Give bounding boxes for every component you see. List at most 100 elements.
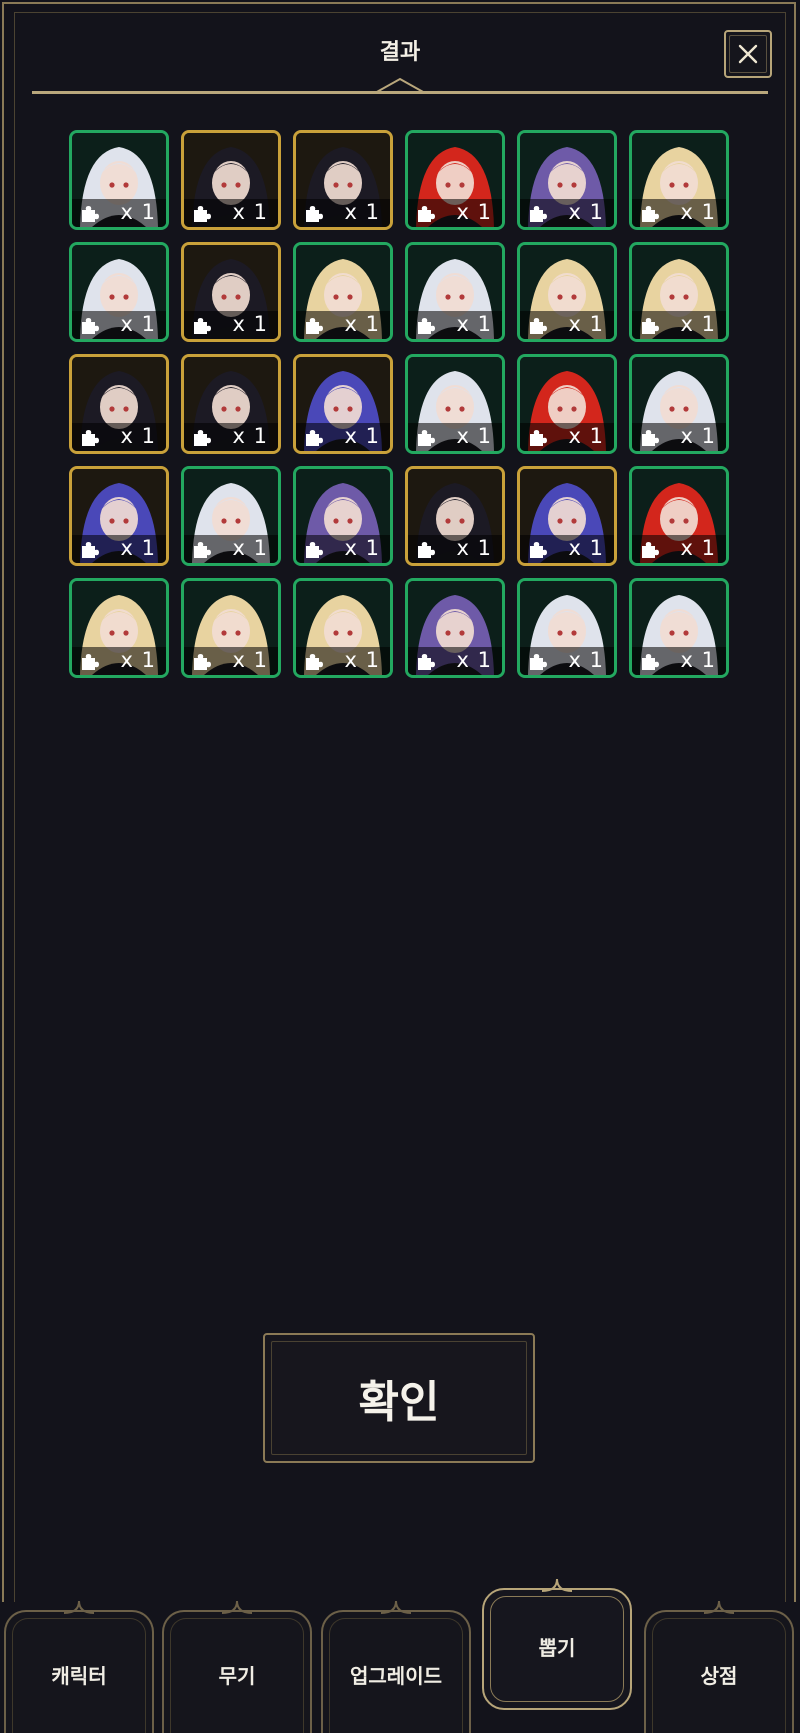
quantity-label: x 1 (456, 424, 492, 448)
result-card[interactable]: x 1 (69, 578, 169, 678)
quantity-label: x 1 (232, 536, 268, 560)
quantity-label: x 1 (120, 312, 156, 336)
result-card[interactable]: x 1 (629, 466, 729, 566)
puzzle-piece-icon (194, 654, 211, 670)
quantity-label: x 1 (568, 648, 604, 672)
puzzle-piece-icon (82, 542, 99, 558)
puzzle-piece-icon (306, 430, 323, 446)
result-card[interactable]: x 1 (293, 242, 393, 342)
result-card[interactable]: x 1 (629, 354, 729, 454)
puzzle-piece-icon (418, 318, 435, 334)
quantity-label: x 1 (120, 200, 156, 224)
quantity-label: x 1 (120, 648, 156, 672)
quantity-label: x 1 (456, 200, 492, 224)
puzzle-piece-icon (530, 318, 547, 334)
confirm-button-label: 확인 (358, 1377, 440, 1428)
close-icon (738, 44, 758, 64)
tab-ornament-icon (542, 1578, 572, 1592)
quantity-label: x 1 (232, 648, 268, 672)
tab-ornament-icon (222, 1600, 252, 1614)
tab-shop-label: 상점 (700, 1664, 738, 1688)
result-card[interactable]: x 1 (517, 354, 617, 454)
puzzle-piece-icon (82, 318, 99, 334)
quantity-label: x 1 (344, 648, 380, 672)
puzzle-piece-icon (194, 206, 211, 222)
quantity-label: x 1 (680, 536, 716, 560)
result-card[interactable]: x 1 (517, 466, 617, 566)
puzzle-piece-icon (418, 654, 435, 670)
tab-ornament-icon (381, 1600, 411, 1614)
puzzle-piece-icon (418, 430, 435, 446)
quantity-label: x 1 (344, 312, 380, 336)
result-card[interactable]: x 1 (629, 130, 729, 230)
result-card[interactable]: x 1 (69, 242, 169, 342)
quantity-label: x 1 (456, 536, 492, 560)
quantity-label: x 1 (344, 424, 380, 448)
result-card[interactable]: x 1 (629, 578, 729, 678)
quantity-label: x 1 (568, 200, 604, 224)
puzzle-piece-icon (306, 542, 323, 558)
result-card[interactable]: x 1 (405, 354, 505, 454)
result-card[interactable]: x 1 (293, 578, 393, 678)
result-card[interactable]: x 1 (293, 130, 393, 230)
result-card[interactable]: x 1 (181, 242, 281, 342)
quantity-label: x 1 (344, 536, 380, 560)
tab-upgrade-label: 업그레이드 (350, 1664, 442, 1688)
tab-weapon-label: 무기 (218, 1664, 256, 1688)
result-card[interactable]: x 1 (405, 578, 505, 678)
bottom-nav: 캐릭터 무기 업그레이드 뽑기 상점 (0, 1578, 800, 1733)
result-card[interactable]: x 1 (629, 242, 729, 342)
result-card[interactable]: x 1 (293, 354, 393, 454)
tab-gacha[interactable]: 뽑기 (482, 1578, 632, 1710)
result-card[interactable]: x 1 (69, 466, 169, 566)
result-card[interactable]: x 1 (517, 578, 617, 678)
tab-upgrade[interactable]: 업그레이드 (321, 1600, 471, 1733)
quantity-label: x 1 (680, 648, 716, 672)
result-card[interactable]: x 1 (405, 130, 505, 230)
title-divider (32, 91, 768, 94)
puzzle-piece-icon (530, 430, 547, 446)
quantity-label: x 1 (120, 424, 156, 448)
result-card[interactable]: x 1 (517, 130, 617, 230)
result-panel: 결과 x 1 x 1 x 1 x 1 x 1 x 1 x 1 x 1 x 1 x 1 x 1 x 1 x… (0, 0, 800, 1733)
quantity-label: x 1 (232, 312, 268, 336)
quantity-label: x 1 (232, 200, 268, 224)
result-card[interactable]: x 1 (405, 242, 505, 342)
puzzle-piece-icon (306, 654, 323, 670)
puzzle-piece-icon (306, 318, 323, 334)
puzzle-piece-icon (530, 542, 547, 558)
quantity-label: x 1 (344, 200, 380, 224)
result-card[interactable]: x 1 (181, 130, 281, 230)
puzzle-piece-icon (82, 430, 99, 446)
puzzle-piece-icon (418, 542, 435, 558)
puzzle-piece-icon (642, 654, 659, 670)
result-card[interactable]: x 1 (69, 354, 169, 454)
quantity-label: x 1 (680, 424, 716, 448)
puzzle-piece-icon (306, 206, 323, 222)
result-card[interactable]: x 1 (293, 466, 393, 566)
tab-shop[interactable]: 상점 (644, 1600, 794, 1733)
puzzle-piece-icon (642, 318, 659, 334)
tab-gacha-label: 뽑기 (538, 1636, 576, 1660)
puzzle-piece-icon (194, 542, 211, 558)
puzzle-piece-icon (530, 206, 547, 222)
result-card[interactable]: x 1 (405, 466, 505, 566)
tab-weapon[interactable]: 무기 (162, 1600, 312, 1733)
result-card[interactable]: x 1 (181, 354, 281, 454)
puzzle-piece-icon (642, 542, 659, 558)
tab-character-label: 캐릭터 (51, 1664, 107, 1688)
puzzle-piece-icon (642, 430, 659, 446)
close-button[interactable] (724, 30, 772, 78)
result-card[interactable]: x 1 (517, 242, 617, 342)
result-card[interactable]: x 1 (181, 466, 281, 566)
page-title: 결과 (379, 40, 421, 65)
result-card[interactable]: x 1 (181, 578, 281, 678)
tab-character[interactable]: 캐릭터 (4, 1600, 154, 1733)
result-card[interactable]: x 1 (69, 130, 169, 230)
quantity-label: x 1 (568, 424, 604, 448)
puzzle-piece-icon (82, 206, 99, 222)
puzzle-piece-icon (530, 654, 547, 670)
quantity-label: x 1 (456, 648, 492, 672)
confirm-button[interactable]: 확인 (263, 1333, 535, 1463)
quantity-label: x 1 (120, 536, 156, 560)
